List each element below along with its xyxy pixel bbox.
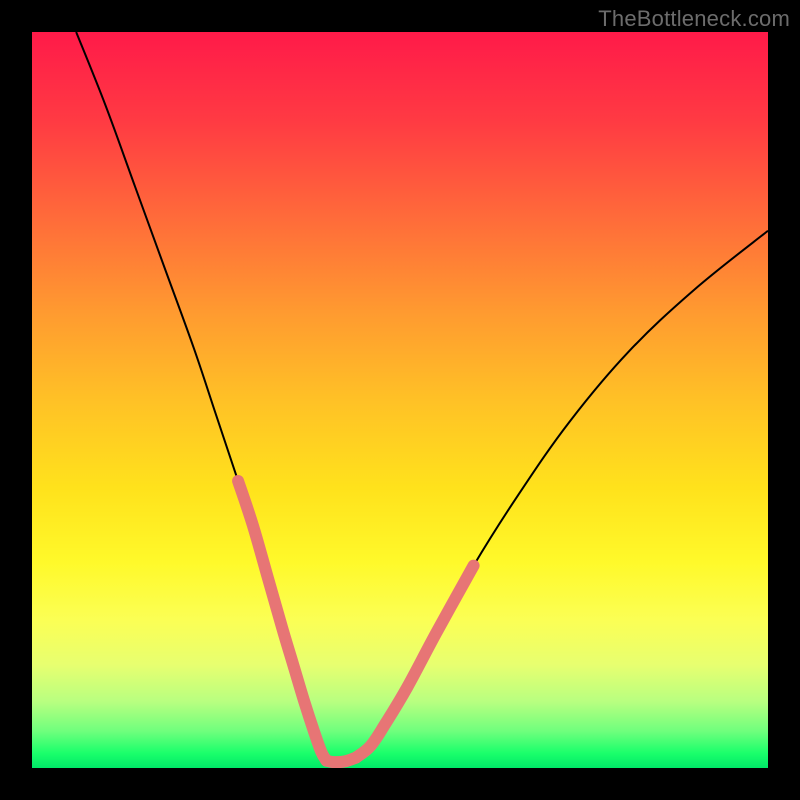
chart-svg [32,32,768,768]
watermark-label: TheBottleneck.com [598,6,790,32]
series-highlight-segment-right [356,566,474,758]
plot-area [32,32,768,768]
chart-frame: TheBottleneck.com [0,0,800,800]
series-highlight-segment-left [238,481,326,761]
